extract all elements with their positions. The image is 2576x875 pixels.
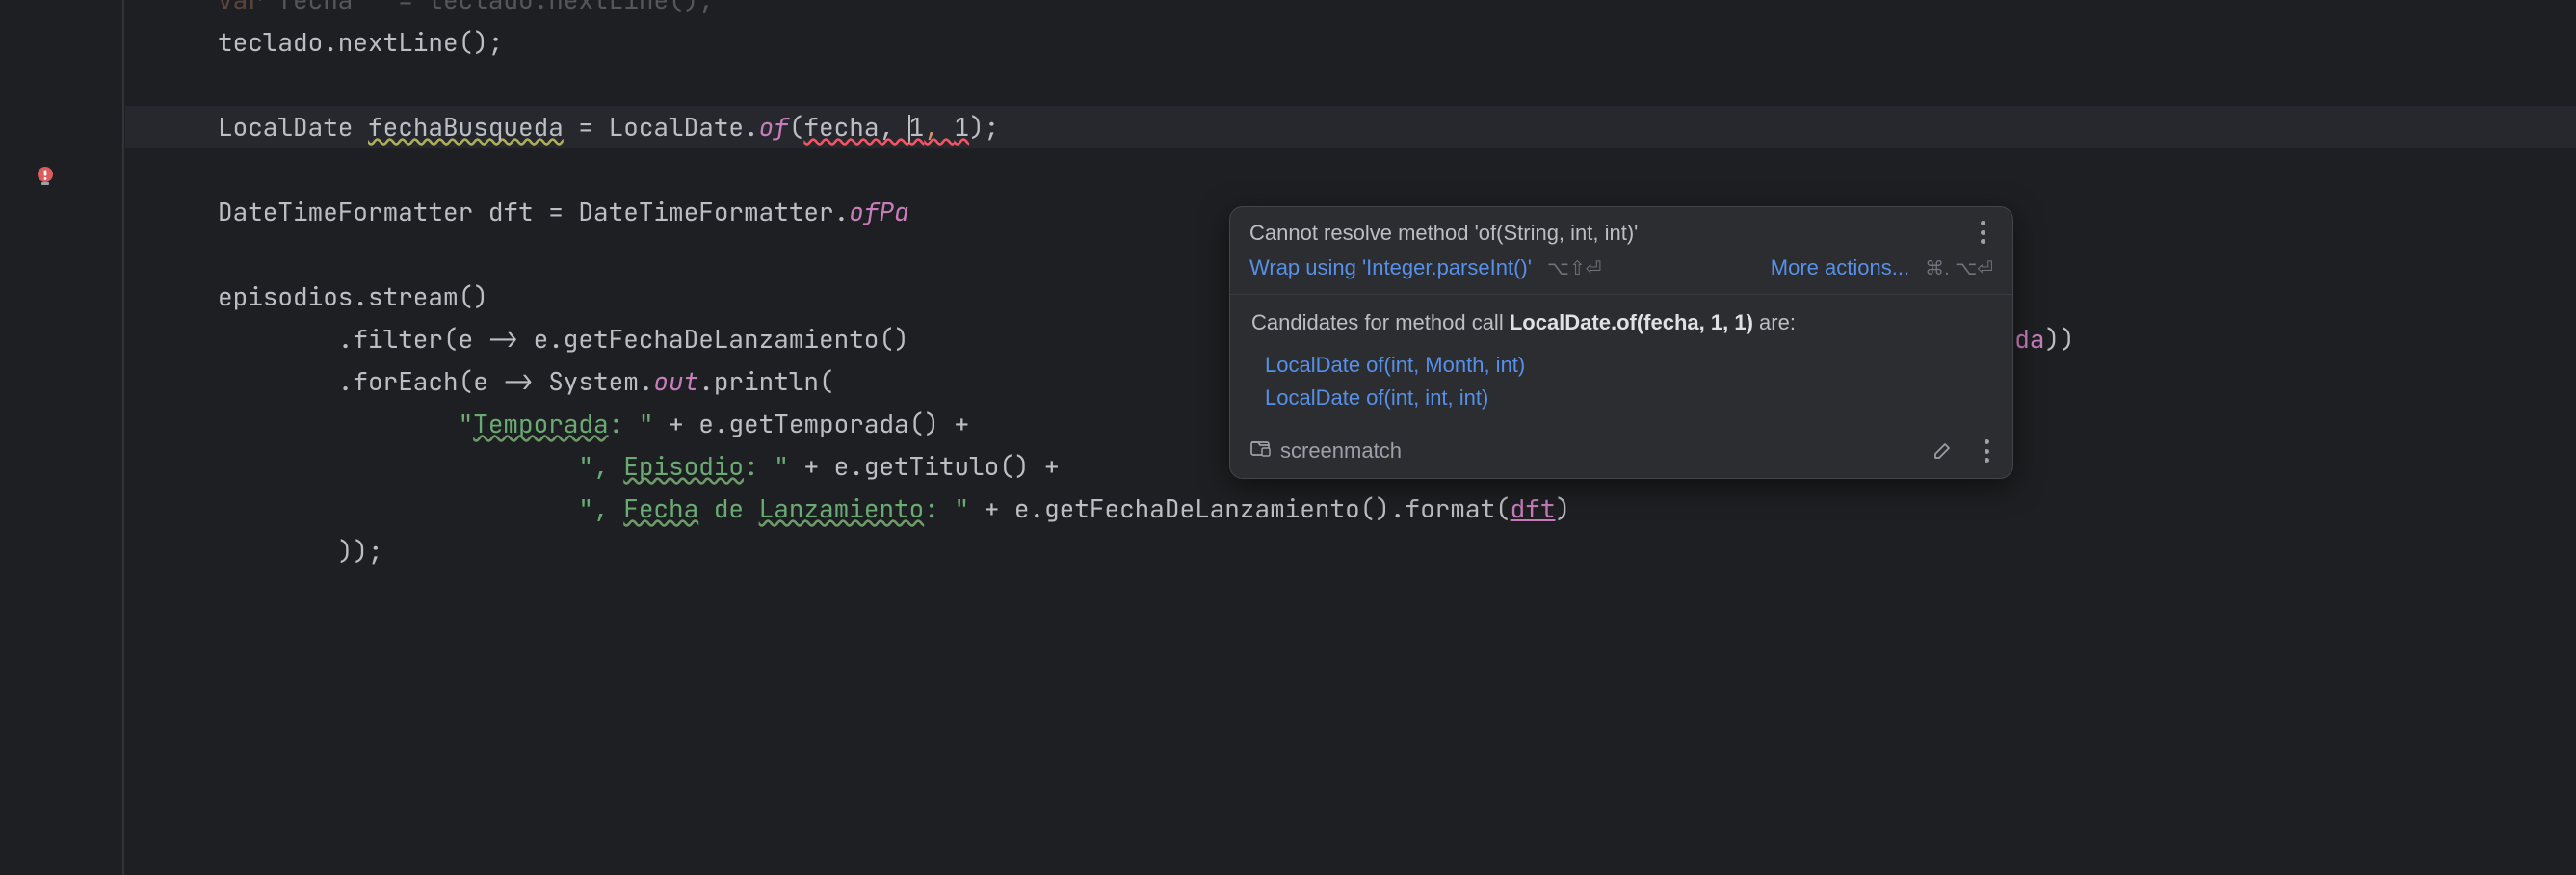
- more-actions-link[interactable]: More actions...: [1771, 255, 1909, 280]
- candidate-list: LocalDate of(int, Month, int) LocalDate …: [1251, 349, 1991, 414]
- code-token: .stream(): [353, 279, 487, 313]
- code-token: ,: [924, 110, 954, 144]
- code-token: .nextLine();: [534, 0, 714, 16]
- error-bulb-icon[interactable]: [35, 166, 56, 187]
- code-editor[interactable]: var fecha = teclado.nextLine(); teclado.…: [0, 0, 2576, 875]
- code-line[interactable]: teclado.nextLine();: [125, 21, 2576, 64]
- module-name: screenmatch: [1280, 438, 1402, 464]
- code-line-empty[interactable]: [125, 148, 2576, 191]
- error-tooltip: Cannot resolve method 'of(String, int, i…: [1229, 206, 2013, 479]
- code-token: ",: [578, 449, 623, 483]
- body-prefix: Candidates for method call: [1251, 310, 1510, 334]
- code-token: [218, 449, 578, 483]
- code-token: dft: [1511, 491, 1556, 525]
- code-token: + e.getFechaDeLanzamiento().format(: [969, 491, 1511, 525]
- code-token: );: [969, 110, 999, 144]
- code-token: : ": [744, 449, 789, 483]
- code-token: out: [653, 364, 698, 398]
- code-token: fecha,: [803, 110, 908, 144]
- code-token: of: [759, 110, 789, 144]
- code-token: .forEach(e -> System.: [218, 364, 653, 398]
- candidate-link[interactable]: LocalDate of(int, int, int): [1265, 382, 1991, 414]
- code-line[interactable]: var fecha = teclado.nextLine();: [125, 0, 2576, 21]
- code-token: .filter(e -> e.getFechaDeLanzamiento(): [218, 322, 909, 356]
- code-token: de: [698, 491, 758, 525]
- quickfix-link[interactable]: Wrap using 'Integer.parseInt()': [1249, 255, 1532, 280]
- code-token: ): [1555, 491, 1570, 525]
- code-token: episodios: [218, 279, 353, 313]
- code-token: = DateTimeFormatter.: [534, 195, 850, 228]
- tooltip-header: Cannot resolve method 'of(String, int, i…: [1230, 207, 2012, 255]
- code-token: 1: [909, 110, 925, 144]
- tooltip-body: Candidates for method call LocalDate.of(…: [1230, 295, 2012, 434]
- more-actions-shortcut: ⌘. ⌥⏎: [1925, 256, 1993, 280]
- code-token: [218, 491, 578, 525]
- code-token: DateTimeFormatter: [218, 195, 488, 228]
- code-token: 1: [954, 110, 969, 144]
- code-token: (: [789, 110, 804, 144]
- edit-icon[interactable]: [1930, 438, 1955, 464]
- code-token: Fecha: [623, 491, 698, 525]
- code-token: [218, 407, 459, 440]
- code-line-empty[interactable]: [125, 64, 2576, 106]
- tooltip-footer: screenmatch: [1230, 434, 2012, 478]
- code-token: teclado: [218, 25, 323, 59]
- code-token: .nextLine();: [323, 25, 503, 59]
- code-token: teclado: [428, 0, 533, 16]
- code-token: ofPa: [849, 195, 908, 228]
- code-token: + e.getTemporada() +: [653, 407, 969, 440]
- module-icon: [1249, 438, 1271, 464]
- body-suffix: are:: [1753, 310, 1796, 334]
- code-token: .println(: [698, 364, 833, 398]
- code-token: + e.getTitulo() +: [789, 449, 1060, 483]
- code-line[interactable]: ", Fecha de Lanzamiento: " + e.getFechaD…: [125, 488, 2576, 530]
- code-token: Episodio: [623, 449, 744, 483]
- code-line[interactable]: ));: [125, 530, 2576, 572]
- code-token: )): [2044, 322, 2074, 356]
- candidate-link[interactable]: LocalDate of(int, Month, int): [1265, 349, 1991, 382]
- code-token: fecha: [277, 0, 353, 16]
- code-token: ));: [218, 534, 383, 568]
- code-token: dft: [488, 195, 534, 228]
- code-token: = LocalDate.: [564, 110, 759, 144]
- quickfix-shortcut: ⌥⇧⏎: [1547, 256, 1602, 280]
- code-token: LocalDate: [218, 110, 368, 144]
- code-token: Temporada: [473, 407, 608, 440]
- code-token: Lanzamiento: [759, 491, 925, 525]
- code-token: =: [353, 0, 428, 16]
- code-line-error[interactable]: LocalDate fechaBusqueda = LocalDate.of(f…: [125, 106, 2576, 148]
- body-call: LocalDate.of(fecha, 1, 1): [1510, 310, 1753, 334]
- code-token: : ": [924, 491, 969, 525]
- more-vert-icon[interactable]: [1976, 439, 1997, 463]
- code-token: ": [459, 407, 474, 440]
- code-token: : ": [609, 407, 654, 440]
- code-token: fechaBusqueda: [368, 110, 564, 144]
- tooltip-title: Cannot resolve method 'of(String, int, i…: [1249, 221, 1638, 246]
- code-token: ",: [578, 491, 623, 525]
- editor-gutter: [0, 0, 73, 875]
- code-token: var: [218, 0, 277, 16]
- gutter-separator: [122, 0, 124, 875]
- tooltip-actions: Wrap using 'Integer.parseInt()' ⌥⇧⏎ More…: [1230, 255, 2012, 294]
- more-vert-icon[interactable]: [1972, 221, 1993, 244]
